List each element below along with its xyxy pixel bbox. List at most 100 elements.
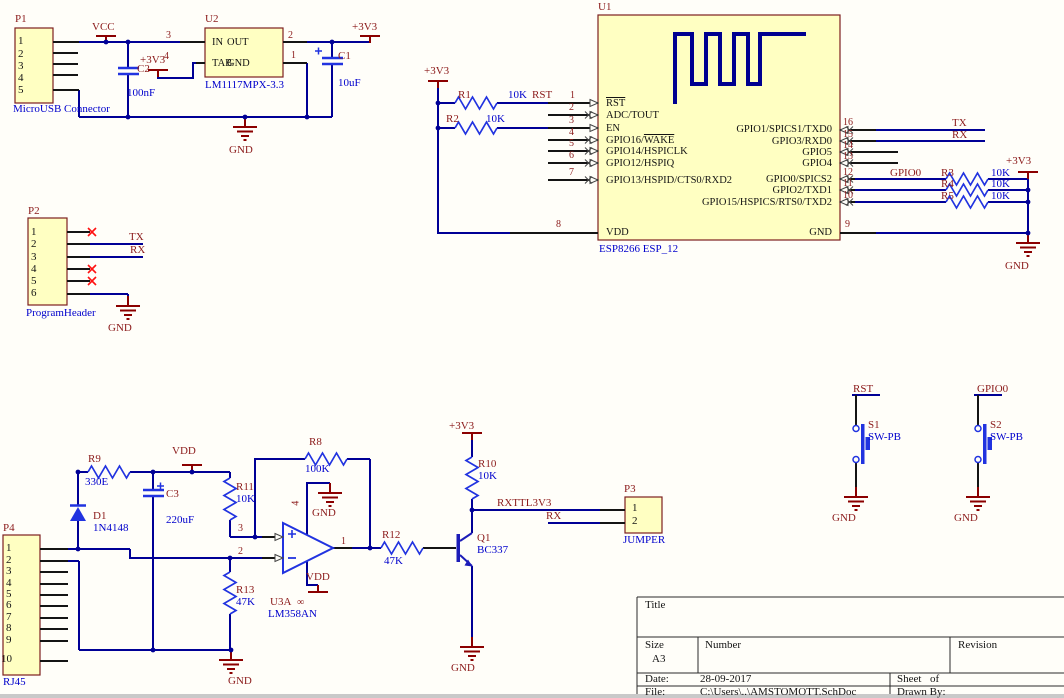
r10-value[interactable]: 10K bbox=[478, 471, 497, 483]
p1-pin-4: 4 bbox=[18, 73, 24, 85]
net-label-rst-s1[interactable]: RST bbox=[853, 384, 873, 396]
u1-pin12-num: 12 bbox=[843, 168, 853, 179]
r11-value[interactable]: 10K bbox=[236, 494, 255, 506]
r9-ref[interactable]: R9 bbox=[88, 454, 101, 466]
net-label-3v3-c1[interactable]: +3V3 bbox=[352, 22, 377, 34]
c1-value[interactable]: 10uF bbox=[338, 78, 361, 90]
p2-pin-2: 2 bbox=[31, 239, 37, 251]
net-label-rxttl3v3[interactable]: RXTTL3V3 bbox=[497, 498, 551, 510]
resistor-symbols[interactable] bbox=[88, 97, 988, 614]
title-block-file-label: File: bbox=[645, 687, 665, 698]
r5-ref[interactable]: R5 bbox=[941, 191, 954, 203]
r8-ref[interactable]: R8 bbox=[309, 437, 322, 449]
net-label-3v3-pullups[interactable]: +3V3 bbox=[1006, 156, 1031, 168]
r2-ref[interactable]: R2 bbox=[446, 114, 459, 126]
r13-value[interactable]: 47K bbox=[236, 597, 255, 609]
r8-value[interactable]: 100K bbox=[305, 464, 329, 476]
p3-body[interactable] bbox=[625, 497, 662, 533]
u1-vdd-name: VDD bbox=[606, 227, 629, 238]
net-label-gpio0-s2[interactable]: GPIO0 bbox=[977, 384, 1008, 396]
u1-value[interactable]: ESP8266 ESP_12 bbox=[599, 244, 678, 256]
r1-ref[interactable]: R1 bbox=[458, 90, 471, 102]
q1-value[interactable]: BC337 bbox=[477, 545, 508, 557]
net-label-tx[interactable]: TX bbox=[952, 118, 967, 130]
p2-ref[interactable]: P2 bbox=[28, 206, 40, 218]
u1-pin13-name: GPIO4 bbox=[802, 158, 832, 169]
p4-pin-8: 8 bbox=[6, 623, 12, 635]
u3a-ref[interactable]: U3A bbox=[270, 597, 291, 609]
r12-value[interactable]: 47K bbox=[384, 556, 403, 568]
u2-pin-gnd-name: GND bbox=[227, 58, 250, 69]
junction-dots bbox=[76, 40, 1031, 653]
d1-value[interactable]: 1N4148 bbox=[93, 523, 128, 535]
s1-ref[interactable]: S1 bbox=[868, 420, 880, 432]
r4-ref[interactable]: R4 bbox=[941, 179, 954, 191]
u2-value[interactable]: LM1117MPX-3.3 bbox=[205, 80, 284, 92]
u2-body[interactable] bbox=[205, 28, 283, 77]
p3-ref[interactable]: P3 bbox=[624, 484, 636, 496]
schematic-graphics bbox=[0, 0, 1064, 698]
r9-value[interactable]: 330E bbox=[85, 477, 108, 489]
p4-pin-1: 1 bbox=[6, 543, 12, 555]
net-label-rx[interactable]: RX bbox=[952, 130, 967, 142]
r5-value[interactable]: 10K bbox=[991, 191, 1010, 203]
c2-value[interactable]: 100nF bbox=[127, 88, 155, 100]
r4-value[interactable]: 10K bbox=[991, 179, 1010, 191]
s2-ref[interactable]: S2 bbox=[990, 420, 1002, 432]
u1-pin15-name: GPIO3/RXD0 bbox=[772, 136, 832, 147]
r10-ref[interactable]: R10 bbox=[478, 459, 496, 471]
net-label-tx-p2[interactable]: TX bbox=[129, 232, 144, 244]
net-label-3v3-r1r2[interactable]: +3V3 bbox=[424, 66, 449, 78]
u1-pin15-num: 15 bbox=[843, 130, 853, 141]
c3-ref[interactable]: C3 bbox=[166, 489, 179, 501]
transistor-symbol[interactable] bbox=[457, 533, 473, 567]
net-label-rst[interactable]: RST bbox=[532, 90, 552, 102]
title-block-date-value: 28-09-2017 bbox=[700, 674, 751, 686]
r12-ref[interactable]: R12 bbox=[382, 530, 400, 542]
p3-value[interactable]: JUMPER bbox=[623, 535, 665, 547]
d1-ref[interactable]: D1 bbox=[93, 511, 106, 523]
r11-ref[interactable]: R11 bbox=[236, 482, 254, 494]
u1-pin1-name: RST bbox=[606, 98, 625, 109]
title-block-date-label: Date: bbox=[645, 674, 669, 686]
wires-blue[interactable] bbox=[68, 42, 1028, 650]
diode-symbol[interactable] bbox=[70, 506, 86, 522]
p2-value[interactable]: ProgramHeader bbox=[26, 308, 96, 320]
p1-ref[interactable]: P1 bbox=[15, 14, 27, 26]
p1-value[interactable]: MicroUSB Connector bbox=[13, 104, 110, 116]
u1-pin12-name: GPIO0/SPICS2 bbox=[766, 174, 832, 185]
u2-pin4-num: 4 bbox=[164, 52, 169, 63]
r13-ref[interactable]: R13 bbox=[236, 585, 254, 597]
capacitor-symbols[interactable] bbox=[118, 48, 343, 497]
c1-ref[interactable]: C1 bbox=[338, 51, 351, 63]
net-label-rx-p3[interactable]: RX bbox=[546, 511, 561, 523]
u1-ref[interactable]: U1 bbox=[598, 2, 611, 14]
u3a-value[interactable]: LM358AN bbox=[268, 609, 317, 621]
u1-pin7-name: GPIO13/HSPID/CTS0/RXD2 bbox=[606, 175, 732, 186]
p2-pin-6: 6 bbox=[31, 288, 37, 300]
p1-pin-3: 3 bbox=[18, 61, 24, 73]
r2-value[interactable]: 10K bbox=[486, 114, 505, 126]
title-block-title-label: Title bbox=[645, 600, 665, 612]
c2-ref[interactable]: C2 bbox=[137, 64, 150, 76]
u2-pin1-num: 1 bbox=[291, 51, 296, 62]
s1-value[interactable]: SW-PB bbox=[868, 432, 901, 444]
net-label-3v3-r10[interactable]: +3V3 bbox=[449, 421, 474, 433]
title-block-size-label: Size bbox=[645, 640, 664, 652]
net-label-gpio0[interactable]: GPIO0 bbox=[890, 168, 921, 180]
vdd-label-opamp: VDD bbox=[306, 572, 330, 584]
ground-icons bbox=[116, 117, 1040, 673]
s2-value[interactable]: SW-PB bbox=[990, 432, 1023, 444]
u2-ref[interactable]: U2 bbox=[205, 14, 218, 26]
p4-value[interactable]: RJ45 bbox=[3, 677, 26, 689]
c3-value[interactable]: 220uF bbox=[166, 515, 194, 527]
q1-ref[interactable]: Q1 bbox=[477, 533, 490, 545]
net-label-rx-p2[interactable]: RX bbox=[130, 245, 145, 257]
net-label-vcc[interactable]: VCC bbox=[92, 22, 115, 34]
p4-ref[interactable]: P4 bbox=[3, 523, 15, 535]
u1-pin5-num: 5 bbox=[569, 139, 574, 150]
p1-pin-5: 5 bbox=[18, 85, 24, 97]
r1-value[interactable]: 10K bbox=[508, 90, 527, 102]
pin-name-overline: WAKE bbox=[644, 135, 674, 146]
net-label-vdd-rail[interactable]: VDD bbox=[172, 446, 196, 458]
